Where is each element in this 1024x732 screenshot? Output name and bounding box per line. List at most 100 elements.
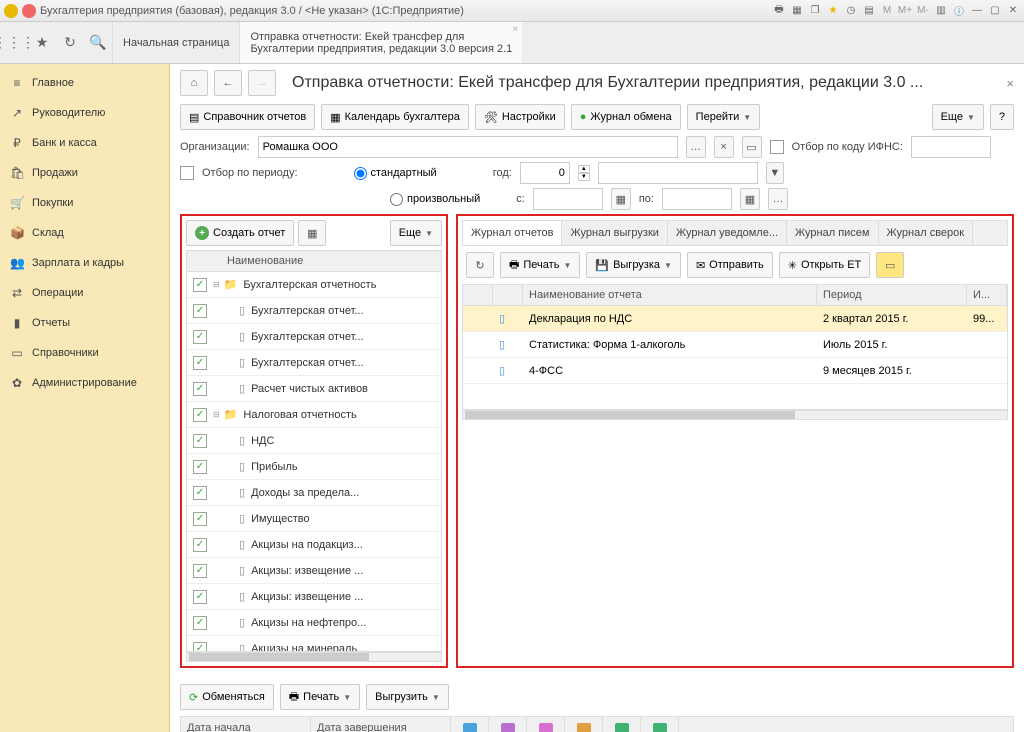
- info-icon[interactable]: ⓘ: [952, 4, 966, 18]
- forward-button[interactable]: →: [248, 70, 276, 96]
- year-up[interactable]: ▲: [578, 165, 590, 173]
- tree-row[interactable]: ✓▯Имущество: [187, 506, 441, 532]
- maximize-icon[interactable]: ▢: [988, 4, 1002, 18]
- row-checkbox[interactable]: ✓: [193, 486, 207, 500]
- row-checkbox[interactable]: ✓: [193, 304, 207, 318]
- journal-row[interactable]: ▯4-ФСС9 месяцев 2015 г.: [463, 358, 1007, 384]
- settings-button[interactable]: 🛠 Настройки: [475, 104, 565, 130]
- tree-row[interactable]: ✓▯Доходы за предела...: [187, 480, 441, 506]
- journal-tab-3[interactable]: Журнал писем: [787, 221, 878, 245]
- date-from-picker[interactable]: ▦: [611, 188, 631, 210]
- org-input[interactable]: [258, 136, 678, 158]
- sidebar-item-5[interactable]: 📦Склад: [0, 218, 169, 248]
- sidebar-item-7[interactable]: ⇄Операции: [0, 278, 169, 308]
- print2-button[interactable]: 🖶 Печать ▼: [280, 684, 360, 710]
- journal-row[interactable]: ▯Декларация по НДС2 квартал 2015 г.99...: [463, 306, 1007, 332]
- ifns-checkbox[interactable]: [770, 140, 784, 154]
- row-checkbox[interactable]: ✓: [193, 408, 207, 422]
- refresh-button[interactable]: ↻: [466, 252, 494, 278]
- help-button[interactable]: ?: [990, 104, 1014, 130]
- tab-reporting[interactable]: Отправка отчетности: Екей трансфер для Б…: [239, 22, 522, 63]
- exchange-button[interactable]: ⟳ Обменяться: [180, 684, 274, 710]
- home-button[interactable]: ⌂: [180, 70, 208, 96]
- period-select[interactable]: [598, 162, 758, 184]
- tree-row[interactable]: ✓⊟ 📁Налоговая отчетность: [187, 402, 441, 428]
- row-checkbox[interactable]: ✓: [193, 642, 207, 653]
- row-checkbox[interactable]: ✓: [193, 538, 207, 552]
- calc-icon[interactable]: ▤: [862, 4, 876, 18]
- date-to-picker[interactable]: ▦: [740, 188, 760, 210]
- sidebar-item-3[interactable]: 🛍Продажи: [0, 158, 169, 188]
- row-checkbox[interactable]: ✓: [193, 564, 207, 578]
- period-checkbox[interactable]: [180, 166, 194, 180]
- sidebar-item-1[interactable]: ↗Руководителю: [0, 98, 169, 128]
- history-icon[interactable]: ↻: [56, 22, 84, 63]
- date-to[interactable]: [662, 188, 732, 210]
- send-button[interactable]: ✉ Отправить: [687, 252, 773, 278]
- clock-icon[interactable]: ◷: [844, 4, 858, 18]
- tree-row[interactable]: ✓▯Акцизы: извещение ...: [187, 558, 441, 584]
- row-checkbox[interactable]: ✓: [193, 382, 207, 396]
- doc-icon[interactable]: ▦: [790, 4, 804, 18]
- more-button[interactable]: Еще ▼: [932, 104, 984, 130]
- sidebar-item-4[interactable]: 🛒Покупки: [0, 188, 169, 218]
- star-icon[interactable]: ★: [826, 4, 840, 18]
- calendar-button[interactable]: ▦ Календарь бухгалтера: [321, 104, 469, 130]
- m-minus-icon[interactable]: M-: [916, 4, 930, 18]
- page-close-icon[interactable]: ×: [1006, 76, 1014, 91]
- tree-row[interactable]: ✓▯Акцизы на нефтепро...: [187, 610, 441, 636]
- tree-row[interactable]: ✓▯НДС: [187, 428, 441, 454]
- copy-icon[interactable]: ❐: [808, 4, 822, 18]
- row-checkbox[interactable]: ✓: [193, 460, 207, 474]
- go-button[interactable]: Перейти ▼: [687, 104, 761, 130]
- ifns-input[interactable]: [911, 136, 991, 158]
- journal-grid[interactable]: ▯Декларация по НДС2 квартал 2015 г.99...…: [462, 306, 1008, 410]
- apps-icon[interactable]: ⋮⋮⋮: [0, 22, 28, 63]
- tree-row[interactable]: ✓▯Расчет чистых активов: [187, 376, 441, 402]
- close-dot-icon[interactable]: [22, 4, 36, 18]
- journal-tab-4[interactable]: Журнал сверок: [879, 221, 974, 245]
- sidebar-item-0[interactable]: ≡Главное: [0, 68, 169, 98]
- print-button[interactable]: 🖶 Печать ▼: [500, 252, 580, 278]
- tree-hscroll[interactable]: [186, 652, 442, 662]
- sidebar-item-8[interactable]: ▮Отчеты: [0, 308, 169, 338]
- year-input[interactable]: [520, 162, 570, 184]
- date-from[interactable]: [533, 188, 603, 210]
- org-open-button[interactable]: ▭: [742, 136, 762, 158]
- tree-row[interactable]: ✓▯Акцизы на подакциз...: [187, 532, 441, 558]
- minimize-icon[interactable]: —: [970, 4, 984, 18]
- tree-row[interactable]: ✓▯Прибыль: [187, 454, 441, 480]
- panel-icon[interactable]: ▥: [934, 4, 948, 18]
- ref-button[interactable]: ▤ Справочник отчетов: [180, 104, 315, 130]
- search-icon[interactable]: 🔍: [84, 22, 112, 63]
- row-checkbox[interactable]: ✓: [193, 590, 207, 604]
- row-checkbox[interactable]: ✓: [193, 512, 207, 526]
- tree-row[interactable]: ✓▯Бухгалтерская отчет...: [187, 350, 441, 376]
- journal-tab-1[interactable]: Журнал выгрузки: [562, 221, 667, 245]
- org-ellipsis-button[interactable]: …: [686, 136, 706, 158]
- print-icon[interactable]: 🖶: [772, 4, 786, 18]
- row-checkbox[interactable]: ✓: [193, 616, 207, 630]
- create-report-button[interactable]: + Создать отчет: [186, 220, 294, 246]
- reports-tree[interactable]: ✓⊟ 📁Бухгалтерская отчетность✓▯Бухгалтерс…: [186, 272, 442, 652]
- tree-row[interactable]: ✓▯Акцизы: извещение ...: [187, 584, 441, 610]
- sidebar-item-9[interactable]: ▭Справочники: [0, 338, 169, 368]
- calendar-small-button[interactable]: ▦: [298, 220, 326, 246]
- sidebar-item-2[interactable]: ₽Банк и касса: [0, 128, 169, 158]
- date-ellipsis[interactable]: …: [768, 188, 788, 210]
- favorite-icon[interactable]: ★: [28, 22, 56, 63]
- sidebar-item-10[interactable]: ✿Администрирование: [0, 368, 169, 398]
- row-checkbox[interactable]: ✓: [193, 356, 207, 370]
- row-checkbox[interactable]: ✓: [193, 330, 207, 344]
- window-close-icon[interactable]: ✕: [1006, 4, 1020, 18]
- radio-standard[interactable]: стандартный: [354, 167, 437, 180]
- journal-button[interactable]: ● Журнал обмена: [571, 104, 681, 130]
- row-checkbox[interactable]: ✓: [193, 434, 207, 448]
- sidebar-item-6[interactable]: 👥Зарплата и кадры: [0, 248, 169, 278]
- m-icon[interactable]: M: [880, 4, 894, 18]
- year-down[interactable]: ▼: [578, 173, 590, 181]
- highlight-button[interactable]: ▭: [876, 252, 904, 278]
- tree-row[interactable]: ✓▯Бухгалтерская отчет...: [187, 324, 441, 350]
- back-button[interactable]: ←: [214, 70, 242, 96]
- row-checkbox[interactable]: ✓: [193, 278, 207, 292]
